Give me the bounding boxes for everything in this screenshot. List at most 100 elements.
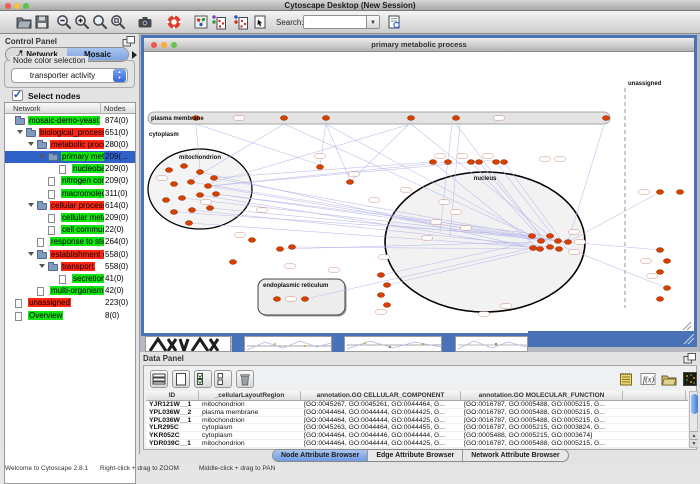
network-node[interactable] [210,176,217,181]
network-node[interactable] [276,247,283,252]
tree-row[interactable]: response to stimulu264(0) [5,236,135,248]
network-window-titlebar[interactable]: primary metabolic process [144,38,694,52]
zoom-out-icon[interactable] [56,14,72,30]
network-node[interactable] [377,293,384,298]
tree-row[interactable]: nitrogen compo209(0) [5,175,135,187]
table-column-header[interactable]: annotation.GO CELLULAR_COMPONENT [301,391,461,400]
network-node[interactable] [248,238,255,243]
tree-row[interactable]: multi-organism pro42(0) [5,285,135,297]
network-node[interactable] [178,196,185,201]
search-dropdown-arrow-icon[interactable]: ▼ [367,15,380,29]
network-node[interactable] [185,221,192,226]
disclosure-arrow-icon[interactable] [39,264,45,268]
network-node[interactable] [656,297,663,302]
network-node[interactable] [204,184,211,189]
search-input[interactable] [303,15,367,29]
zoom-fit-icon[interactable] [110,14,126,30]
network-overlay-a-icon[interactable] [211,14,227,30]
network-node[interactable] [407,116,414,121]
zoom-network-window-icon[interactable] [171,42,177,48]
tree-row[interactable]: establishment of lo558(0) [5,248,135,260]
table-column-header[interactable]: annotation.GO MOLECULAR_FUNCTION [461,391,623,400]
network-node[interactable] [301,297,308,302]
network-node[interactable] [546,245,553,250]
zoom-in-icon[interactable] [74,14,90,30]
network-node[interactable] [564,240,571,245]
network-node[interactable] [536,247,543,252]
disclosure-arrow-icon[interactable] [28,203,34,207]
network-node[interactable] [180,164,187,169]
tree-row[interactable]: mosaic-demo-yeast874(0) [5,114,135,126]
disclosure-arrow-icon[interactable] [28,142,34,146]
tree-row[interactable]: cellular process614(0) [5,199,135,211]
network-node[interactable] [656,270,663,275]
network-window[interactable]: primary metabolic process plasma membran… [141,35,697,336]
tree-header[interactable]: Network Nodes [5,103,135,114]
network-node[interactable] [663,286,670,291]
table-scrollbar[interactable]: ▲ ▼ [689,391,698,448]
network-node[interactable] [529,246,536,251]
tree-row[interactable]: cell communicat22(0) [5,224,135,236]
network-node[interactable] [187,180,194,185]
table-column-header[interactable]: _cellularLayoutRegion [199,391,301,400]
network-node[interactable] [444,160,451,165]
tree-row[interactable]: primary metabol209(... [5,151,135,163]
more-tabs-arrow-icon[interactable] [132,51,137,59]
network-node[interactable] [555,247,562,252]
zoom-window-icon[interactable] [23,3,29,9]
annotation-icon[interactable] [252,14,268,30]
tree-row[interactable]: secretion41(0) [5,272,135,284]
background-window-fragment[interactable] [145,336,231,352]
network-node[interactable] [475,160,482,165]
tree-row[interactable]: nucleobase-c209(0) [5,163,135,175]
table-column-header[interactable]: ID [146,391,199,400]
network-node[interactable] [196,193,203,198]
network-node[interactable] [663,259,670,264]
zoom-selected-icon[interactable] [92,14,108,30]
network-node[interactable] [676,190,683,195]
network-node[interactable] [316,165,323,170]
attribute-table-header[interactable]: ID_cellularLayoutRegionannotation.GO CEL… [146,391,688,401]
close-network-window-icon[interactable] [151,42,157,48]
network-node[interactable] [196,170,203,175]
tree-row[interactable]: metabolic process280(0) [5,138,135,150]
attribute-browser-tab[interactable]: Edge Attribute Browser [368,450,463,461]
scrollbar-thumb[interactable] [691,394,698,414]
network-node[interactable] [656,248,663,253]
network-node[interactable] [452,116,459,121]
network-node[interactable] [528,234,535,239]
select-nodes-checkbox[interactable]: ✓ [12,90,23,101]
table-row[interactable]: YJR121W__1mitochondrion[GO:0045267, GO:0… [146,401,688,409]
network-node[interactable] [429,160,436,165]
network-node[interactable] [322,116,329,121]
attribute-browser-tab[interactable]: Node Attribute Browser [273,450,368,461]
table-row[interactable]: YLR295Ccytoplasm[GO:0045263, GO:0044464,… [146,424,688,432]
network-node[interactable] [212,192,219,197]
table-column-header[interactable] [623,391,686,400]
network-node[interactable] [377,273,384,278]
tree-row[interactable]: macromolecule311(0) [5,187,135,199]
network-node[interactable] [383,303,390,308]
column-divider[interactable] [100,103,101,114]
unselect-attributes-icon[interactable] [214,370,232,388]
disclosure-arrow-icon[interactable] [39,155,45,159]
network-node[interactable] [346,180,353,185]
network-node[interactable] [554,239,561,244]
network-node[interactable] [170,210,177,215]
formula-fx-icon[interactable]: f(x) [640,371,656,387]
close-window-icon[interactable] [5,3,11,9]
network-node[interactable] [229,260,236,265]
background-window-fragment[interactable] [344,336,442,352]
disclosure-arrow-icon[interactable] [28,252,34,256]
network-node[interactable] [288,245,295,250]
resize-grip-icon[interactable] [683,322,691,330]
save-session-icon[interactable] [34,14,50,30]
network-node[interactable] [165,168,172,173]
scroll-down-icon[interactable]: ▼ [690,439,698,447]
table-row[interactable]: YKR052Ccytoplasm[GO:0044464, GO:0044446,… [146,432,688,440]
snapshot-camera-icon[interactable] [137,14,153,30]
table-row[interactable]: YPL036W__2plasma membrane[GO:0044464, GO… [146,409,688,417]
background-window-fragment[interactable] [244,336,332,352]
table-row[interactable]: YPL036W__1mitochondrion[GO:0044464, GO:0… [146,417,688,425]
network-node[interactable] [656,190,663,195]
